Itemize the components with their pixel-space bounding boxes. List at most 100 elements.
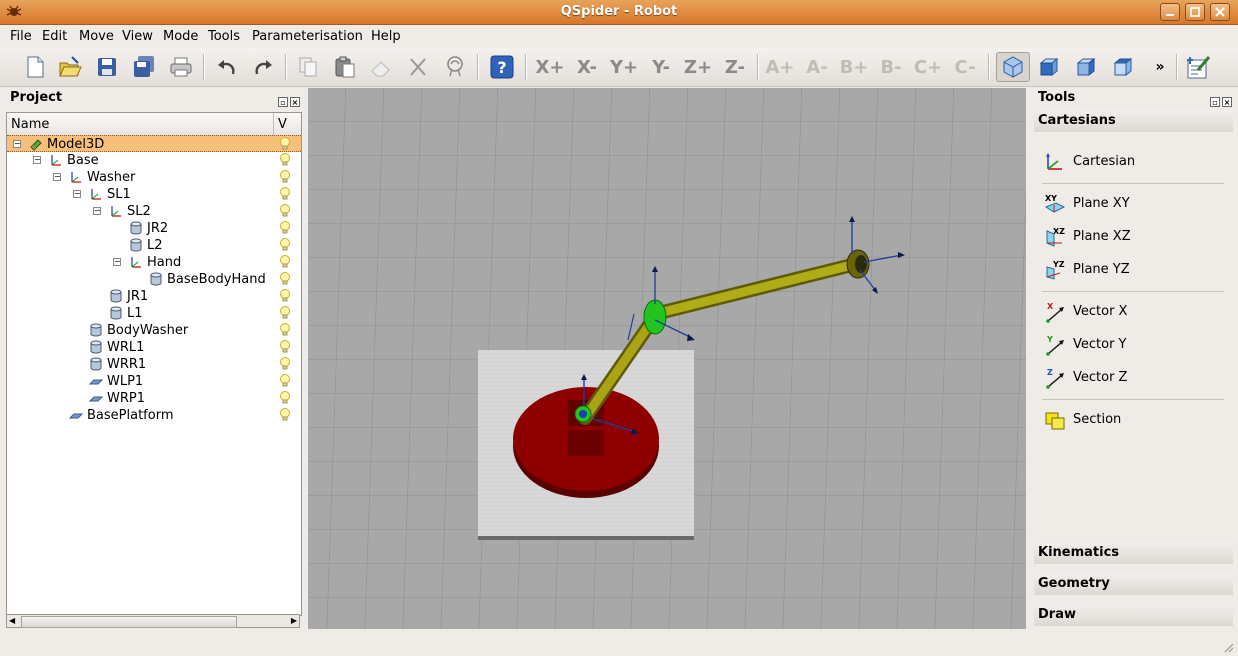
toolbar-more-button[interactable]: »	[1150, 53, 1170, 81]
tree-row[interactable]: BaseBodyHand	[7, 271, 301, 288]
tool-vector-y[interactable]: Y Vector Y	[1044, 334, 1224, 356]
visibility-bulb-icon[interactable]	[279, 391, 291, 405]
scroll-right-icon[interactable]: ▶	[291, 616, 297, 625]
tree-row[interactable]: − SL2	[7, 203, 301, 220]
collapse-icon[interactable]: −	[93, 207, 101, 215]
tool-cartesian[interactable]: Cartesian	[1044, 151, 1224, 173]
menu-mode[interactable]: Mode	[163, 29, 198, 44]
float-panel-icon[interactable]: ▫	[1210, 97, 1220, 107]
tree-row[interactable]: − Base	[7, 152, 301, 169]
visibility-bulb-icon[interactable]	[279, 137, 291, 151]
tree-row[interactable]: − Washer	[7, 169, 301, 186]
section-geometry[interactable]: Geometry	[1034, 573, 1233, 595]
perspective-view-button[interactable]	[996, 52, 1030, 82]
menu-tools[interactable]: Tools	[208, 29, 240, 44]
top-view-button[interactable]	[1108, 53, 1138, 81]
3d-viewport[interactable]	[308, 88, 1026, 629]
edit-mode-button[interactable]	[1184, 53, 1214, 81]
visibility-bulb-icon[interactable]	[279, 221, 291, 235]
axis-y-plus-button[interactable]: Y+	[609, 53, 639, 81]
visibility-bulb-icon[interactable]	[279, 187, 291, 201]
save-all-button[interactable]	[129, 53, 159, 81]
tool-plane-yz[interactable]: YZ Plane YZ	[1044, 259, 1224, 281]
close-button[interactable]	[1210, 3, 1230, 21]
visibility-bulb-icon[interactable]	[279, 374, 291, 388]
visibility-bulb-icon[interactable]	[279, 204, 291, 218]
maximize-button[interactable]	[1185, 3, 1205, 21]
eraser-button[interactable]	[366, 53, 396, 81]
redo-button[interactable]	[248, 53, 278, 81]
axis-a-plus-button[interactable]: A+	[765, 53, 795, 81]
open-file-button[interactable]	[55, 53, 85, 81]
visibility-bulb-icon[interactable]	[279, 272, 291, 286]
tree-row[interactable]: − Hand	[7, 254, 301, 271]
tool-section[interactable]: Section	[1044, 409, 1224, 431]
cut-button[interactable]	[403, 53, 433, 81]
visibility-bulb-icon[interactable]	[279, 306, 291, 320]
section-cartesians[interactable]: Cartesians	[1034, 110, 1233, 132]
float-panel-icon[interactable]: ▫	[278, 97, 288, 107]
tool-plane-xz[interactable]: XZ Plane XZ	[1044, 226, 1224, 248]
axis-x-minus-button[interactable]: X-	[572, 53, 602, 81]
tree-row[interactable]: JR1	[7, 288, 301, 305]
tree-row[interactable]: WRR1	[7, 356, 301, 373]
axis-b-plus-button[interactable]: B+	[839, 53, 869, 81]
resize-grip-icon[interactable]	[1222, 641, 1234, 653]
axis-y-minus-button[interactable]: Y-	[646, 53, 676, 81]
tree-row[interactable]: − Model3D	[7, 135, 301, 152]
scrollbar-thumb[interactable]	[21, 616, 237, 628]
visibility-bulb-icon[interactable]	[279, 408, 291, 422]
copy-button[interactable]	[293, 53, 323, 81]
collapse-icon[interactable]: −	[73, 190, 81, 198]
menu-move[interactable]: Move	[79, 29, 114, 44]
collapse-icon[interactable]: −	[33, 156, 41, 164]
help-button[interactable]: ?	[487, 53, 517, 81]
menu-file[interactable]: File	[10, 29, 32, 44]
save-button[interactable]	[92, 53, 122, 81]
axis-c-plus-button[interactable]: C+	[913, 53, 943, 81]
tree-row[interactable]: WRL1	[7, 339, 301, 356]
tree-row[interactable]: L2	[7, 237, 301, 254]
visibility-bulb-icon[interactable]	[279, 170, 291, 184]
close-panel-icon[interactable]: ×	[290, 97, 300, 107]
new-file-button[interactable]	[20, 53, 50, 81]
robot-scene[interactable]	[308, 88, 1026, 629]
menu-edit[interactable]: Edit	[42, 29, 67, 44]
collapse-icon[interactable]: −	[13, 140, 21, 148]
axis-a-minus-button[interactable]: A-	[802, 53, 832, 81]
menu-help[interactable]: Help	[371, 29, 401, 44]
scroll-left-icon[interactable]: ◀	[9, 616, 15, 625]
project-tree[interactable]: Name V − Model3D − Base − Washer − SL1− SL2 JR2 L2…	[6, 112, 302, 616]
side-view-button[interactable]	[1071, 53, 1101, 81]
tree-row[interactable]: WRP1	[7, 390, 301, 407]
front-view-button[interactable]	[1034, 53, 1064, 81]
axis-c-minus-button[interactable]: C-	[950, 53, 980, 81]
tree-row[interactable]: − SL1	[7, 186, 301, 203]
print-button[interactable]	[166, 53, 196, 81]
visibility-bulb-icon[interactable]	[279, 340, 291, 354]
tree-row[interactable]: JR2	[7, 220, 301, 237]
menu-view[interactable]: View	[122, 29, 153, 44]
inspect-button[interactable]	[440, 53, 470, 81]
axis-z-plus-button[interactable]: Z+	[683, 53, 713, 81]
tool-plane-xy[interactable]: XY Plane XY	[1044, 193, 1224, 215]
tool-vector-z[interactable]: Z Vector Z	[1044, 367, 1224, 389]
axis-z-minus-button[interactable]: Z-	[720, 53, 750, 81]
menu-parameterisation[interactable]: Parameterisation	[252, 29, 363, 44]
minimize-button[interactable]	[1160, 3, 1180, 21]
tree-row[interactable]: L1	[7, 305, 301, 322]
visibility-bulb-icon[interactable]	[279, 289, 291, 303]
tree-row[interactable]: BasePlatform	[7, 407, 301, 424]
tree-horizontal-scrollbar[interactable]: ◀ ▶	[6, 614, 300, 628]
undo-button[interactable]	[212, 53, 242, 81]
tree-row[interactable]: BodyWasher	[7, 322, 301, 339]
visibility-bulb-icon[interactable]	[279, 323, 291, 337]
section-draw[interactable]: Draw	[1034, 604, 1233, 626]
column-name-header[interactable]: Name	[11, 117, 49, 132]
visibility-bulb-icon[interactable]	[279, 238, 291, 252]
collapse-icon[interactable]: −	[53, 173, 61, 181]
axis-x-plus-button[interactable]: X+	[535, 53, 565, 81]
tree-row[interactable]: WLP1	[7, 373, 301, 390]
visibility-bulb-icon[interactable]	[279, 255, 291, 269]
axis-b-minus-button[interactable]: B-	[876, 53, 906, 81]
